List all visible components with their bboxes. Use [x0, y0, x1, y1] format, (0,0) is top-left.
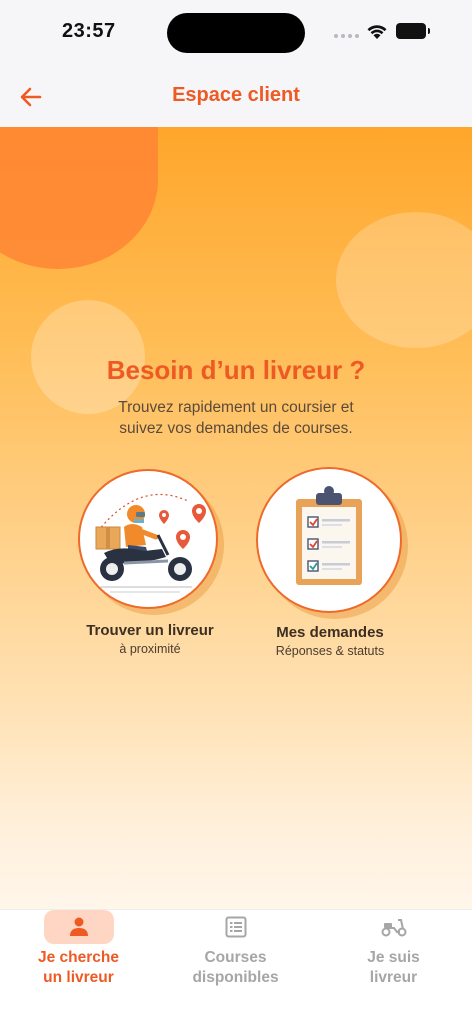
decorative-blob	[0, 127, 158, 269]
wifi-icon	[367, 25, 387, 39]
bottom-tab-bar: Je cherche un livreur Courses disponible…	[0, 909, 472, 1024]
find-courier-card[interactable]: Trouver un livreur à proximité	[60, 467, 240, 667]
tab-icon-highlight	[43, 910, 114, 944]
hero-subtitle-line: Trouvez rapidement un coursier et	[118, 399, 354, 416]
hero-subtitle-line: suivez vos demandes de courses.	[119, 420, 353, 437]
tab-icon-wrap	[359, 910, 429, 944]
hero-headline: Besoin d’un livreur ?	[106, 355, 366, 385]
list-icon	[225, 916, 246, 938]
tab-label-line: Je cherche	[38, 949, 119, 966]
my-requests-title: Mes demandes	[276, 624, 384, 641]
hero-subtitle: Trouvez rapidement un coursier et suivez…	[0, 397, 472, 439]
tab-available-rides[interactable]: Courses disponibles	[157, 910, 314, 1024]
tab-label-line: Je suis	[367, 949, 420, 966]
tab-label-line: livreur	[369, 969, 418, 986]
tab-icon-wrap	[201, 910, 271, 944]
tab-label-line: un livreur	[43, 969, 114, 986]
page-title: Espace client	[172, 84, 300, 106]
find-courier-circle	[78, 469, 218, 609]
find-courier-title: Trouver un livreur	[86, 622, 214, 639]
cellular-signal-icon	[334, 34, 359, 38]
tab-label: Courses disponibles	[157, 948, 314, 988]
navigation-bar: Espace client	[0, 66, 472, 127]
person-icon	[69, 917, 88, 936]
tab-label-line: disponibles	[192, 969, 279, 986]
status-bar: 23:57	[0, 0, 472, 66]
delivery-motorbike-icon	[95, 493, 206, 593]
clipboard-checklist-icon	[296, 486, 362, 585]
find-courier-subtitle: à proximité	[119, 642, 181, 656]
tab-label-line: Courses	[204, 949, 267, 966]
hero-section: Besoin d’un livreur ? Trouvez rapidement…	[0, 127, 472, 909]
my-requests-subtitle: Réponses & statuts	[275, 644, 385, 658]
scooter-icon	[381, 919, 406, 937]
my-requests-card[interactable]: Mes demandes Réponses & statuts	[240, 467, 420, 667]
tab-label: Je suis livreur	[315, 948, 472, 988]
tab-i-am-courier[interactable]: Je suis livreur	[315, 910, 472, 1024]
dynamic-island	[167, 13, 305, 53]
battery-icon	[396, 23, 430, 39]
tab-label: Je cherche un livreur	[0, 948, 157, 988]
tab-find-courier[interactable]: Je cherche un livreur	[0, 910, 157, 1024]
decorative-blob	[336, 212, 472, 348]
my-requests-circle	[256, 467, 402, 613]
status-time: 23:57	[62, 20, 116, 42]
